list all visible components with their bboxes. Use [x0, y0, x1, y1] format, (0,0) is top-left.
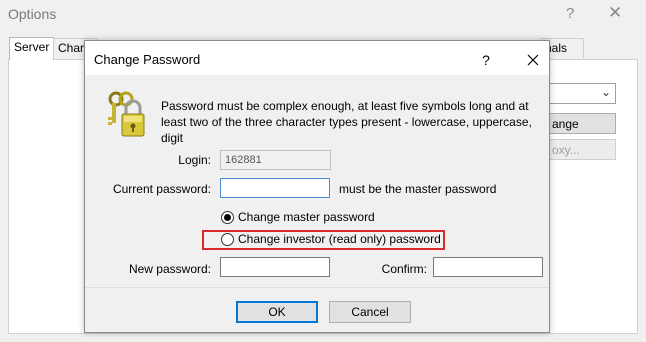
- new-password-label: New password:: [128, 262, 211, 276]
- options-title: Options: [8, 6, 57, 22]
- close-icon: [527, 54, 539, 66]
- login-field: 162881: [220, 150, 331, 170]
- master-password-note: must be the master password: [339, 182, 497, 196]
- server-dropdown[interactable]: ⌄: [548, 83, 616, 104]
- options-help-button[interactable]: ?: [566, 5, 574, 22]
- tab-server[interactable]: Server: [9, 37, 55, 60]
- radio-change-investor-password[interactable]: Change investor (read only) password: [221, 232, 441, 250]
- dialog-titlebar: Change Password ?: [85, 41, 549, 75]
- radio-button-unchecked[interactable]: [221, 233, 234, 246]
- current-password-label: Current password:: [112, 182, 211, 196]
- confirm-password-input[interactable]: [433, 257, 543, 277]
- login-label: Login:: [178, 153, 211, 167]
- current-password-input[interactable]: [220, 178, 330, 198]
- help-button[interactable]: ?: [475, 49, 497, 71]
- change-button[interactable]: ange: [548, 113, 616, 134]
- radio-investor-label: Change investor (read only) password: [238, 232, 441, 246]
- radio-master-label: Change master password: [238, 210, 375, 224]
- cancel-button[interactable]: Cancel: [329, 301, 411, 323]
- close-button[interactable]: [522, 49, 544, 71]
- confirm-label: Confirm:: [381, 262, 427, 276]
- radio-change-master-password[interactable]: Change master password: [221, 210, 381, 228]
- ok-button[interactable]: OK: [236, 301, 318, 323]
- dialog-title: Change Password: [94, 52, 201, 67]
- chevron-down-icon: ⌄: [600, 85, 611, 99]
- dialog-button-bar: OK Cancel: [85, 287, 549, 332]
- proxy-button: oxy...: [548, 139, 616, 160]
- options-titlebar: Options ? ✕: [0, 0, 646, 30]
- keys-lock-icon: [108, 91, 145, 137]
- radio-button-checked[interactable]: [221, 211, 234, 224]
- password-requirements-text: Password must be complex enough, at leas…: [161, 99, 532, 145]
- options-close-button[interactable]: ✕: [608, 3, 622, 23]
- change-password-dialog: Change Password ? Password must be compl…: [84, 40, 550, 333]
- new-password-input[interactable]: [220, 257, 330, 277]
